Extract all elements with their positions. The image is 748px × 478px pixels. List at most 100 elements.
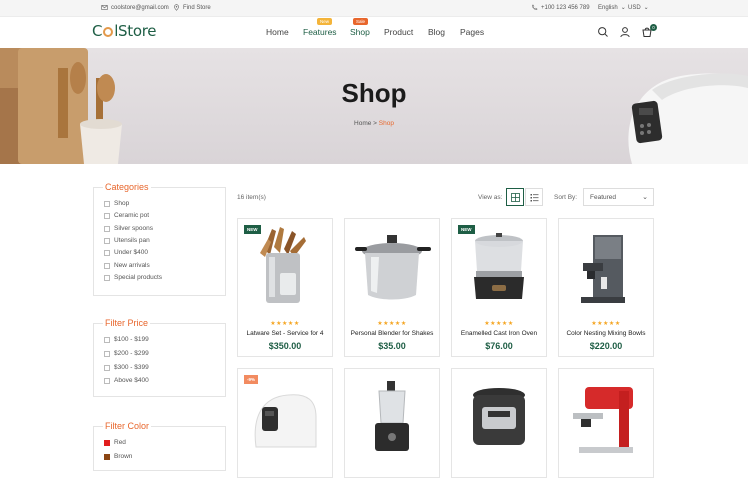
checkbox[interactable] <box>104 350 110 357</box>
breadcrumb-current: Shop <box>378 120 394 127</box>
currency-selector[interactable]: USD ⌄ <box>628 4 649 12</box>
bread-maker-image <box>254 394 317 448</box>
email-contact[interactable]: coolstore@gmail.com <box>101 4 169 11</box>
category-item[interactable]: Utensils pan <box>104 237 150 244</box>
checkbox[interactable] <box>104 377 110 384</box>
price-filter-panel <box>93 323 226 397</box>
product-name[interactable]: Enamelled Cast Iron Oven <box>452 330 546 337</box>
checkbox[interactable] <box>104 237 110 244</box>
checkbox[interactable] <box>104 212 110 219</box>
checkbox[interactable] <box>104 364 110 371</box>
phone-contact[interactable]: +100 123 456 789 <box>531 4 590 11</box>
find-store-link[interactable]: Find Store <box>173 4 211 11</box>
nav-product[interactable]: Product <box>384 27 413 37</box>
mail-icon <box>101 5 108 10</box>
category-label: Special products <box>114 274 163 281</box>
category-item[interactable]: Silver spoons <box>104 225 153 232</box>
product-card[interactable]: ★★★★★ Color Nesting Mixing Bowls $220.00 <box>558 218 654 357</box>
category-item[interactable]: Under $400 <box>104 249 148 256</box>
category-label: Utensils pan <box>114 237 150 244</box>
sort-select[interactable]: Featured ⌄ <box>583 188 654 206</box>
breadcrumb-home[interactable]: Home <box>354 120 371 127</box>
list-icon <box>530 193 538 201</box>
category-label: Ceramic pot <box>114 212 150 219</box>
price-label: $300 - $399 <box>114 364 149 371</box>
category-label: Under $400 <box>114 249 148 256</box>
nav-blog[interactable]: Blog <box>428 27 445 37</box>
star-rating: ★★★★★ <box>270 321 300 327</box>
store-logo[interactable]: ClStore <box>92 22 157 40</box>
discount-tag: -9% <box>244 375 259 384</box>
star-rating: ★★★★★ <box>484 321 514 327</box>
price-option[interactable]: $100 - $199 <box>104 336 149 343</box>
view-as-label: View as: <box>478 194 503 201</box>
pressure-cooker-image <box>355 235 431 300</box>
coffee-machine-image <box>581 235 625 303</box>
list-view-button[interactable] <box>525 188 543 206</box>
price-label: $200 - $299 <box>114 350 149 357</box>
chevron-down-icon: ⌄ <box>620 5 626 11</box>
espresso-machine-image <box>573 387 633 453</box>
color-option[interactable]: Red <box>104 439 126 446</box>
chevron-down-icon: ⌄ <box>643 5 649 11</box>
email-text: coolstore@gmail.com <box>111 4 169 11</box>
checkbox[interactable] <box>104 200 110 207</box>
brown-swatch[interactable] <box>104 453 110 460</box>
product-name[interactable]: Personal Blender for Shakes <box>345 330 439 337</box>
search-icon[interactable] <box>597 26 609 38</box>
product-card[interactable] <box>451 368 547 478</box>
product-card[interactable] <box>344 368 440 478</box>
logo-ring-icon <box>103 27 114 37</box>
checkbox[interactable] <box>104 262 110 269</box>
checkbox[interactable] <box>104 225 110 232</box>
star-rating: ★★★★★ <box>591 321 621 327</box>
product-price: $76.00 <box>485 341 513 351</box>
category-item[interactable]: Ceramic pot <box>104 212 149 219</box>
phone-icon <box>532 4 538 10</box>
user-icon[interactable] <box>619 26 631 38</box>
category-item[interactable]: New arrivals <box>104 262 150 269</box>
nav-features-label: Features <box>303 27 337 37</box>
category-label: Shop <box>114 200 130 207</box>
shop-hero-banner: Shop Home > Shop <box>0 48 748 164</box>
nav-shop[interactable]: Sale Shop <box>350 18 370 37</box>
category-item[interactable]: Shop <box>104 200 129 207</box>
food-steamer-image <box>474 233 524 299</box>
nav-home[interactable]: Home <box>266 27 289 37</box>
product-price: $220.00 <box>589 341 623 351</box>
price-option[interactable]: $200 - $299 <box>104 350 149 357</box>
new-tag: NEW <box>244 225 261 234</box>
checkbox[interactable] <box>104 249 110 256</box>
logo-text-start: C <box>92 22 103 40</box>
price-option[interactable]: Above $400 <box>104 377 149 384</box>
price-option[interactable]: $300 - $399 <box>104 364 149 371</box>
nav-shop-label: Shop <box>350 27 370 37</box>
product-card[interactable]: ★★★★★ Personal Blender for Shakes $35.00 <box>344 218 440 357</box>
find-store-text: Find Store <box>183 4 211 11</box>
product-card[interactable]: NEW ★★★★★ Latware Set - Service for 4 $3… <box>237 218 333 357</box>
color-filter-title: Filter Color <box>103 421 152 431</box>
top-bar: coolstore@gmail.com Find Store +100 123 … <box>0 0 748 17</box>
grid-view-button[interactable] <box>506 188 524 206</box>
product-card[interactable]: -9% <box>237 368 333 478</box>
currency-text: USD <box>628 4 641 11</box>
category-item[interactable]: Special products <box>104 274 162 281</box>
red-swatch[interactable] <box>104 439 110 446</box>
sale-badge: Sale <box>353 18 369 25</box>
breadcrumb-separator: > <box>373 120 377 127</box>
new-badge: New <box>317 18 333 25</box>
product-card[interactable]: NEW ★★★★★ Enamelled Cast Iron Oven $76.0… <box>451 218 547 357</box>
nav-pages[interactable]: Pages <box>460 27 484 37</box>
language-selector[interactable]: English ⌄ <box>598 4 626 12</box>
product-name[interactable]: Latware Set - Service for 4 <box>238 330 332 337</box>
sort-by-label: Sort By: <box>554 194 578 201</box>
nav-features[interactable]: New Features <box>303 18 337 37</box>
product-name[interactable]: Color Nesting Mixing Bowls <box>559 330 653 337</box>
cart-count-badge: 0 <box>650 24 657 31</box>
checkbox[interactable] <box>104 336 110 343</box>
checkbox[interactable] <box>104 274 110 281</box>
product-card[interactable] <box>558 368 654 478</box>
star-rating: ★★★★★ <box>377 321 407 327</box>
new-tag: NEW <box>458 225 475 234</box>
color-option[interactable]: Brown <box>104 453 132 460</box>
